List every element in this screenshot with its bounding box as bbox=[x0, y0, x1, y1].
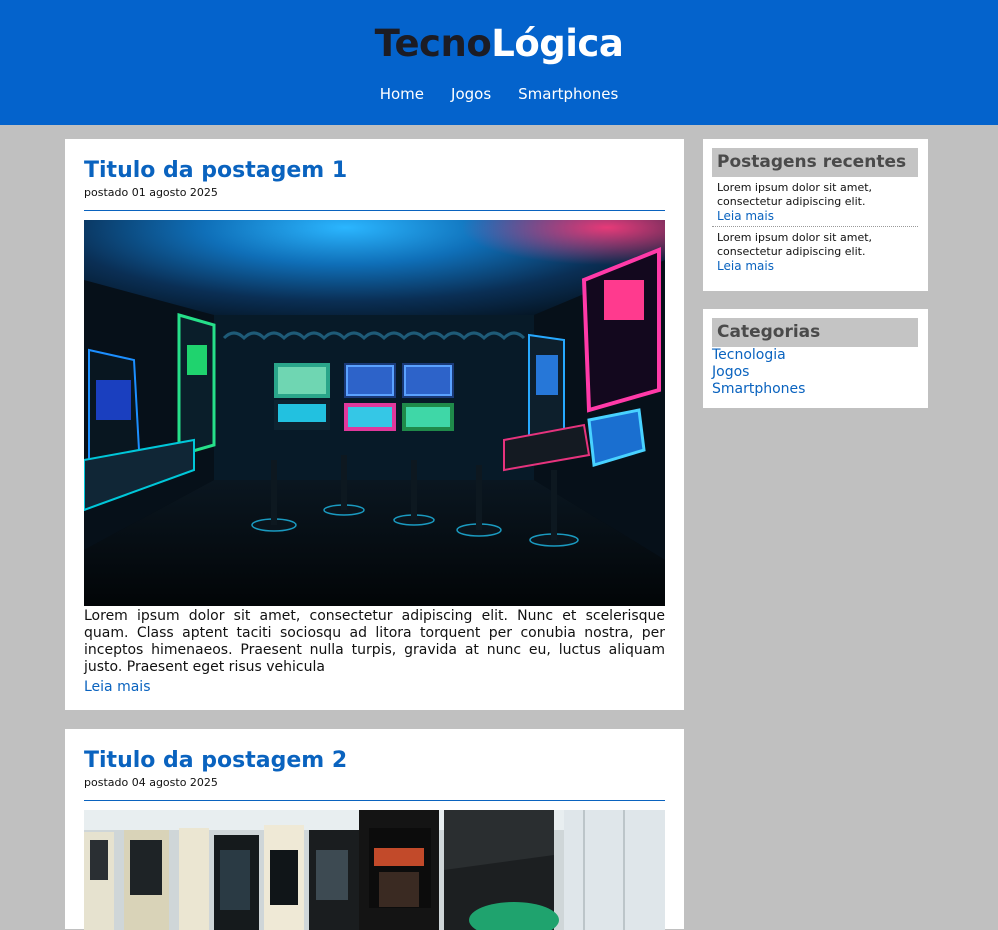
recent-post-text: Lorem ipsum dolor sit amet, consectetur … bbox=[717, 181, 873, 208]
recent-posts-widget: Postagens recentes Lorem ipsum dolor sit… bbox=[703, 139, 928, 291]
post-image-arcade-room bbox=[84, 220, 665, 606]
nav-link-jogos[interactable]: Jogos bbox=[451, 84, 491, 104]
recent-post-read-more-link[interactable]: Leia mais bbox=[717, 259, 914, 273]
post-date: postado 04 agosto 2025 bbox=[84, 776, 218, 789]
post-excerpt: Lorem ipsum dolor sit amet, consectetur … bbox=[84, 608, 665, 675]
read-more-link[interactable]: Leia mais bbox=[84, 679, 151, 696]
main-nav: Home Jogos Smartphones bbox=[0, 84, 998, 104]
site-header: TecnoLógica Home Jogos Smartphones bbox=[0, 0, 998, 125]
widget-title: Categorias bbox=[712, 318, 918, 347]
post-date: postado 01 agosto 2025 bbox=[84, 186, 218, 199]
site-logo[interactable]: TecnoLógica bbox=[0, 22, 998, 66]
post-divider bbox=[84, 210, 665, 211]
recent-post-read-more-link[interactable]: Leia mais bbox=[717, 209, 914, 223]
recent-post-text: Lorem ipsum dolor sit amet, consectetur … bbox=[717, 231, 873, 258]
nav-link-smartphones[interactable]: Smartphones bbox=[518, 84, 618, 104]
post-card: Titulo da postagem 2 postado 04 agosto 2… bbox=[65, 729, 684, 930]
category-link-tecnologia[interactable]: Tecnologia bbox=[712, 347, 918, 364]
categories-widget: Categorias Tecnologia Jogos Smartphones bbox=[703, 309, 928, 408]
widget-title: Postagens recentes bbox=[712, 148, 918, 177]
category-list: Tecnologia Jogos Smartphones bbox=[712, 347, 918, 398]
post-divider bbox=[84, 800, 665, 801]
recent-post-item: Lorem ipsum dolor sit amet, consectetur … bbox=[712, 226, 918, 276]
category-link-jogos[interactable]: Jogos bbox=[712, 364, 918, 381]
recent-post-item: Lorem ipsum dolor sit amet, consectetur … bbox=[712, 177, 918, 226]
post-image-retro-arcade-cabinets bbox=[84, 810, 665, 930]
post-title[interactable]: Titulo da postagem 2 bbox=[84, 729, 665, 775]
logo-part-tecno: Tecno bbox=[374, 22, 492, 65]
logo-part-logica: Lógica bbox=[491, 22, 624, 65]
post-title[interactable]: Titulo da postagem 1 bbox=[84, 139, 665, 185]
nav-link-home[interactable]: Home bbox=[380, 84, 424, 104]
category-link-smartphones[interactable]: Smartphones bbox=[712, 381, 918, 398]
post-card: Titulo da postagem 1 postado 01 agosto 2… bbox=[65, 139, 684, 710]
